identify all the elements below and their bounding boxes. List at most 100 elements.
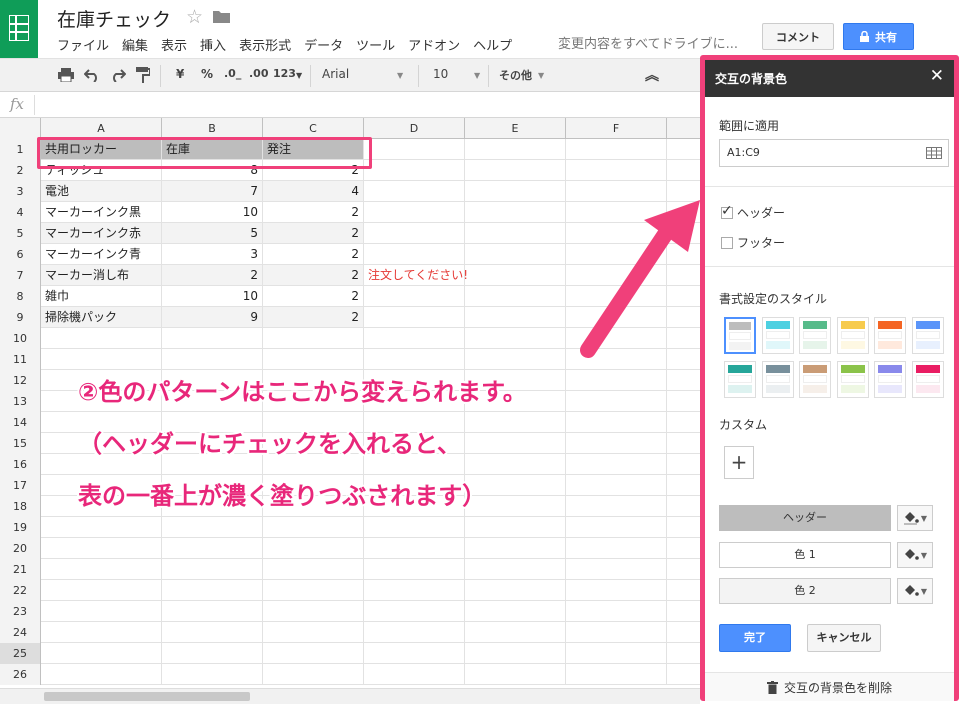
cell-D2[interactable]: [364, 160, 465, 180]
menu-edit[interactable]: 編集: [122, 35, 148, 54]
cell-D25[interactable]: [364, 643, 465, 663]
column-header-d[interactable]: D: [364, 118, 465, 139]
cell-F13[interactable]: [566, 391, 667, 411]
cell-B22[interactable]: [162, 580, 263, 600]
style-swatch-10[interactable]: [836, 361, 869, 398]
decrease-decimal-button[interactable]: .0_: [224, 67, 241, 80]
menu-tools[interactable]: ツール: [356, 35, 395, 54]
row-header[interactable]: 10: [0, 328, 41, 349]
more-button[interactable]: その他: [499, 67, 532, 83]
cell-D19[interactable]: [364, 517, 465, 537]
cell-B9[interactable]: 9: [162, 307, 263, 327]
percent-format-button[interactable]: %: [201, 67, 213, 81]
header-fill-color-button[interactable]: ▼: [897, 505, 933, 531]
color-2-fill-button[interactable]: ▼: [897, 578, 933, 604]
column-header-a[interactable]: A: [41, 118, 162, 139]
cell-D11[interactable]: [364, 349, 465, 369]
row-header[interactable]: 23: [0, 601, 41, 622]
row-header[interactable]: 18: [0, 496, 41, 517]
font-family-dropdown[interactable]: Arial: [322, 67, 349, 81]
cell-C23[interactable]: [263, 601, 364, 621]
cell-C11[interactable]: [263, 349, 364, 369]
horizontal-scrollbar[interactable]: [0, 688, 700, 704]
cell-F17[interactable]: [566, 475, 667, 495]
cell-E6[interactable]: [465, 244, 566, 264]
share-button[interactable]: 共有: [843, 23, 914, 50]
color-1-row[interactable]: 色 1: [719, 542, 891, 568]
cell-E3[interactable]: [465, 181, 566, 201]
cell-B23[interactable]: [162, 601, 263, 621]
style-swatch-9[interactable]: [799, 361, 831, 398]
done-button[interactable]: 完了: [719, 624, 791, 652]
row-header[interactable]: 19: [0, 517, 41, 538]
cell-B25[interactable]: [162, 643, 263, 663]
cell-C5[interactable]: 2: [263, 223, 364, 243]
cell-B24[interactable]: [162, 622, 263, 642]
row-header[interactable]: 7: [0, 265, 41, 286]
font-size-dropdown[interactable]: 10: [433, 67, 448, 81]
cell-D5[interactable]: [364, 223, 465, 243]
cell-D21[interactable]: [364, 559, 465, 579]
row-header[interactable]: 8: [0, 286, 41, 307]
style-swatch-11[interactable]: [874, 361, 906, 398]
cell-C8[interactable]: 2: [263, 286, 364, 306]
menu-file[interactable]: ファイル: [57, 35, 109, 54]
cell-E1[interactable]: [465, 139, 566, 159]
cell-E23[interactable]: [465, 601, 566, 621]
close-icon[interactable]: ✕: [930, 66, 944, 86]
cell-E9[interactable]: [465, 307, 566, 327]
cell-B21[interactable]: [162, 559, 263, 579]
row-header[interactable]: 6: [0, 244, 41, 265]
cell-A3[interactable]: 電池: [41, 181, 162, 201]
row-header[interactable]: 26: [0, 664, 41, 685]
column-header-c[interactable]: C: [263, 118, 364, 139]
color-1-fill-button[interactable]: ▼: [897, 542, 933, 568]
row-header[interactable]: 16: [0, 454, 41, 475]
cell-A11[interactable]: [41, 349, 162, 369]
cell-C21[interactable]: [263, 559, 364, 579]
cell-B7[interactable]: 2: [162, 265, 263, 285]
cell-B3[interactable]: 7: [162, 181, 263, 201]
number-format-dropdown[interactable]: 123: [273, 67, 296, 80]
header-color-row[interactable]: ヘッダー: [719, 505, 891, 531]
cell-F19[interactable]: [566, 517, 667, 537]
cell-D20[interactable]: [364, 538, 465, 558]
cell-E7[interactable]: [465, 265, 566, 285]
column-header-e[interactable]: E: [465, 118, 566, 139]
scrollbar-thumb[interactable]: [44, 692, 250, 701]
undo-icon[interactable]: [84, 68, 100, 82]
cell-E20[interactable]: [465, 538, 566, 558]
cell-F14[interactable]: [566, 412, 667, 432]
cell-B20[interactable]: [162, 538, 263, 558]
cell-C6[interactable]: 2: [263, 244, 364, 264]
cell-E26[interactable]: [465, 664, 566, 684]
cell-C20[interactable]: [263, 538, 364, 558]
cell-A4[interactable]: マーカーインク黒: [41, 202, 162, 222]
row-header[interactable]: 13: [0, 391, 41, 412]
cell-A8[interactable]: 雑巾: [41, 286, 162, 306]
select-range-icon[interactable]: [926, 147, 942, 159]
cell-B5[interactable]: 5: [162, 223, 263, 243]
cell-F26[interactable]: [566, 664, 667, 684]
style-swatch-8[interactable]: [761, 361, 794, 398]
style-swatch-3[interactable]: [799, 317, 831, 354]
cell-B8[interactable]: 10: [162, 286, 263, 306]
redo-icon[interactable]: [110, 68, 126, 82]
row-header[interactable]: 24: [0, 622, 41, 643]
cell-D24[interactable]: [364, 622, 465, 642]
cell-E19[interactable]: [465, 517, 566, 537]
cell-B6[interactable]: 3: [162, 244, 263, 264]
cell-A25[interactable]: [41, 643, 162, 663]
cell-F25[interactable]: [566, 643, 667, 663]
row-header[interactable]: 5: [0, 223, 41, 244]
cell-F1[interactable]: [566, 139, 667, 159]
footer-checkbox[interactable]: [721, 237, 733, 249]
formula-input[interactable]: [40, 94, 690, 115]
style-swatch-5[interactable]: [874, 317, 906, 354]
row-header[interactable]: 25: [0, 643, 41, 664]
column-header-b[interactable]: B: [162, 118, 263, 139]
cell-E4[interactable]: [465, 202, 566, 222]
row-header[interactable]: 21: [0, 559, 41, 580]
cell-A20[interactable]: [41, 538, 162, 558]
cell-C19[interactable]: [263, 517, 364, 537]
